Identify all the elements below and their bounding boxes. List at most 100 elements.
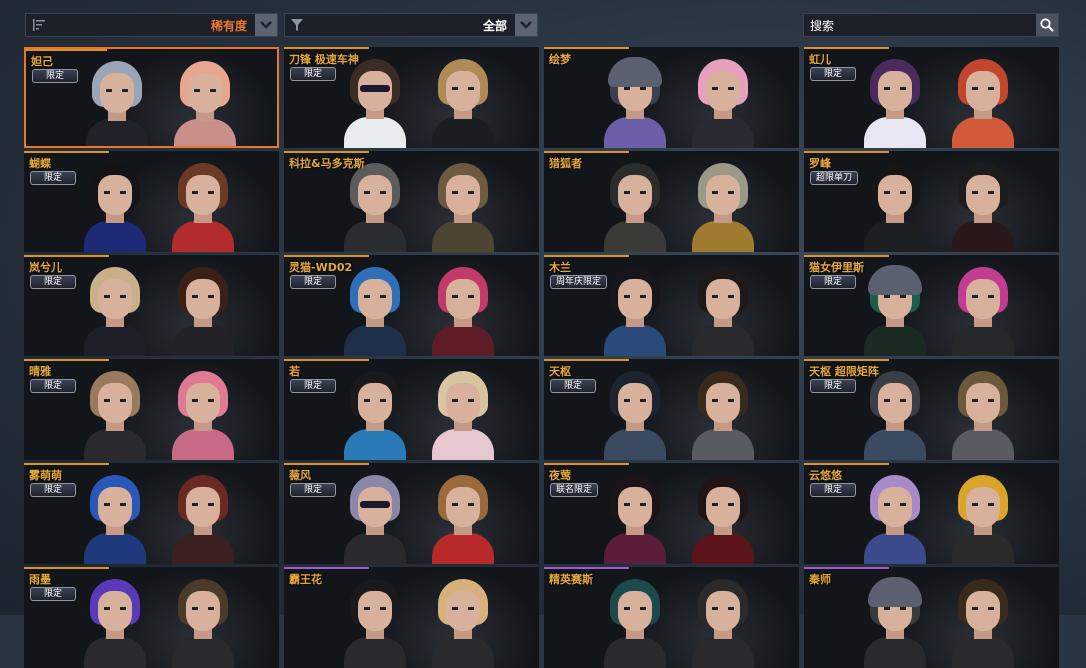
character-name: 雨墨 bbox=[29, 573, 51, 586]
character-card[interactable]: 秦师 bbox=[804, 567, 1059, 668]
character-portrait bbox=[174, 59, 236, 146]
character-name: 雾萌萌 bbox=[29, 469, 62, 482]
limited-badge: 限定 bbox=[810, 275, 856, 289]
character-name: 晴雅 bbox=[29, 365, 51, 378]
limited-badge: 限定 bbox=[30, 171, 76, 185]
character-card[interactable]: 刀锋 极速车神 限定 bbox=[284, 47, 539, 148]
character-card[interactable]: 若限定 bbox=[284, 359, 539, 460]
character-name: 绘梦 bbox=[549, 53, 571, 66]
search-box[interactable]: 搜索 bbox=[803, 13, 1059, 37]
character-portrait bbox=[84, 473, 146, 564]
character-portrait bbox=[172, 265, 234, 356]
sort-dropdown[interactable]: 稀有度 bbox=[25, 13, 278, 37]
chevron-down-icon[interactable] bbox=[255, 14, 277, 36]
character-name: 天枢 超限矩阵 bbox=[809, 365, 879, 378]
limited-badge: 限定 bbox=[290, 67, 336, 81]
character-card[interactable]: 岚兮儿 限定 bbox=[24, 255, 279, 356]
funnel-icon bbox=[291, 16, 309, 35]
character-card[interactable]: 雨墨 限定 bbox=[24, 567, 279, 668]
character-card[interactable]: 精英赛斯 bbox=[544, 567, 799, 668]
character-portrait bbox=[84, 577, 146, 668]
magnifier-icon[interactable] bbox=[1036, 14, 1058, 36]
character-card[interactable]: 天枢 超限矩阵 限定 bbox=[804, 359, 1059, 460]
character-name: 猎狐者 bbox=[549, 157, 582, 170]
limited-badge: 限定 bbox=[810, 483, 856, 497]
character-card[interactable]: 绘梦 bbox=[544, 47, 799, 148]
character-name: 精英赛斯 bbox=[549, 573, 593, 586]
limited-badge: 联名限定 bbox=[550, 483, 599, 497]
character-name: 虹儿 bbox=[809, 53, 831, 66]
limited-badge: 限定 bbox=[30, 587, 76, 601]
character-portrait bbox=[604, 369, 666, 460]
sort-lines-icon bbox=[32, 16, 50, 35]
character-portrait bbox=[344, 265, 406, 356]
character-portrait bbox=[604, 473, 666, 564]
search-input[interactable]: 搜索 bbox=[804, 17, 1036, 34]
character-name: 猫女伊里斯 bbox=[809, 261, 864, 274]
character-card[interactable]: 天枢 限定 bbox=[544, 359, 799, 460]
limited-badge: 限定 bbox=[30, 379, 76, 393]
character-card[interactable]: 云悠悠 限定 bbox=[804, 463, 1059, 564]
character-portrait bbox=[864, 577, 926, 668]
character-portrait bbox=[432, 577, 494, 668]
character-portrait bbox=[864, 57, 926, 148]
character-portrait bbox=[432, 57, 494, 148]
character-card[interactable]: 虹儿 限定 bbox=[804, 47, 1059, 148]
limited-badge: 周年庆限定 bbox=[550, 275, 608, 289]
character-portrait bbox=[864, 265, 926, 356]
character-portrait bbox=[172, 473, 234, 564]
character-card[interactable]: 科拉&马多克斯 bbox=[284, 151, 539, 252]
character-name: 若 bbox=[289, 365, 300, 378]
limited-badge: 限定 bbox=[550, 379, 596, 393]
character-name: 云悠悠 bbox=[809, 469, 842, 482]
character-card[interactable]: 猎狐者 bbox=[544, 151, 799, 252]
character-name: 罗峰 bbox=[809, 157, 831, 170]
character-card[interactable]: 夜莺 联名限定 bbox=[544, 463, 799, 564]
character-card[interactable]: 雾萌萌 限定 bbox=[24, 463, 279, 564]
character-portrait bbox=[952, 369, 1014, 460]
character-portrait bbox=[604, 577, 666, 668]
character-portrait bbox=[952, 57, 1014, 148]
character-card[interactable]: 晴雅 限定 bbox=[24, 359, 279, 460]
limited-badge: 限定 bbox=[290, 275, 336, 289]
character-portrait bbox=[344, 473, 406, 564]
character-portrait bbox=[952, 577, 1014, 668]
character-portrait bbox=[84, 265, 146, 356]
filter-dropdown[interactable]: 全部 bbox=[284, 13, 538, 37]
character-portrait bbox=[432, 161, 494, 252]
sort-value: 稀有度 bbox=[210, 18, 247, 33]
character-portrait bbox=[952, 161, 1014, 252]
character-portrait bbox=[432, 369, 494, 460]
character-card[interactable]: 蝴蝶 限定 bbox=[24, 151, 279, 252]
character-card[interactable]: 妲己 限定 bbox=[24, 47, 279, 148]
character-portrait bbox=[692, 369, 754, 460]
character-portrait bbox=[604, 57, 666, 148]
character-name: 木兰 bbox=[549, 261, 571, 274]
character-portrait bbox=[344, 369, 406, 460]
limited-badge: 限定 bbox=[290, 483, 336, 497]
character-portrait bbox=[952, 265, 1014, 356]
character-portrait bbox=[952, 473, 1014, 564]
character-name: 薇风 bbox=[289, 469, 311, 482]
character-portrait bbox=[692, 577, 754, 668]
character-portrait bbox=[84, 161, 146, 252]
character-card[interactable]: 霸王花 bbox=[284, 567, 539, 668]
character-portrait bbox=[84, 369, 146, 460]
character-card[interactable]: 猫女伊里斯 限定 bbox=[804, 255, 1059, 356]
character-portrait bbox=[864, 369, 926, 460]
limited-badge: 限定 bbox=[30, 483, 76, 497]
character-portrait bbox=[344, 577, 406, 668]
character-portrait bbox=[604, 265, 666, 356]
character-portrait bbox=[864, 473, 926, 564]
character-card[interactable]: 木兰 周年庆限定 bbox=[544, 255, 799, 356]
character-portrait bbox=[86, 59, 148, 146]
character-portrait bbox=[864, 161, 926, 252]
character-name: 秦师 bbox=[809, 573, 831, 586]
character-card[interactable]: 罗峰 超限单刀 bbox=[804, 151, 1059, 252]
character-card[interactable]: 薇风 限定 bbox=[284, 463, 539, 564]
character-name: 科拉&马多克斯 bbox=[289, 157, 365, 170]
character-name: 灵猫-WD02 bbox=[289, 261, 353, 274]
character-portrait bbox=[692, 161, 754, 252]
chevron-down-icon[interactable] bbox=[515, 14, 537, 36]
character-card[interactable]: 灵猫-WD02 限定 bbox=[284, 255, 539, 356]
